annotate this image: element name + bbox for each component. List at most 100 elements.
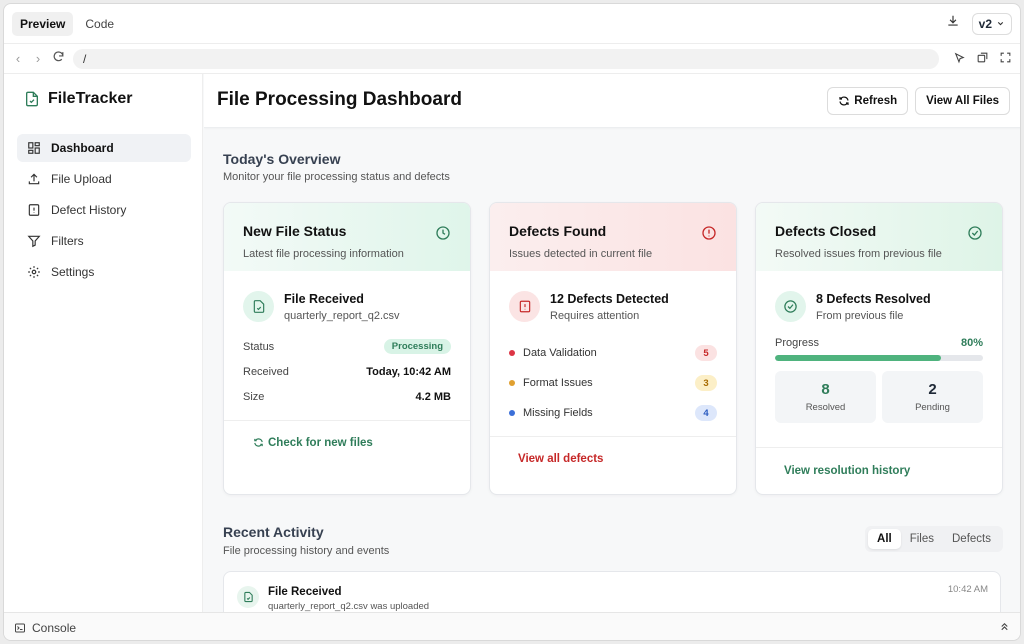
defect-row-data-validation[interactable]: Data Validation 5 bbox=[490, 338, 736, 368]
chevron-down-icon bbox=[997, 21, 1004, 26]
defects-detected-sub: Requires attention bbox=[550, 309, 640, 322]
defect-file-icon bbox=[509, 291, 540, 322]
tab-files[interactable]: Files bbox=[901, 529, 943, 549]
sidebar-item-file-upload[interactable]: File Upload bbox=[17, 165, 191, 193]
defects-closed-card: Defects Closed Resolved issues from prev… bbox=[755, 202, 1003, 495]
activity-title: File Received bbox=[268, 586, 342, 598]
pending-count: 2 bbox=[928, 381, 937, 398]
overview-title: Today's Overview bbox=[223, 151, 341, 167]
terminal-icon bbox=[15, 623, 25, 632]
sidebar-item-label: Filters bbox=[51, 234, 84, 248]
tab-preview[interactable]: Preview bbox=[12, 11, 74, 36]
defects-resolved-title: 8 Defects Resolved bbox=[816, 291, 931, 306]
sidebar-item-dashboard[interactable]: Dashboard bbox=[17, 134, 191, 162]
sidebar: FileTracker Dashboard File Upload Defect… bbox=[4, 74, 203, 612]
progress-value: 80% bbox=[960, 337, 983, 349]
defect-label: Data Validation bbox=[523, 347, 597, 359]
back-icon[interactable]: ‹ bbox=[12, 51, 24, 66]
activity-time: 10:42 AM bbox=[947, 584, 988, 595]
alert-file-icon bbox=[28, 204, 40, 216]
activity-list: File Received quarterly_report_q2.csv wa… bbox=[223, 571, 1001, 612]
defect-count: 4 bbox=[695, 405, 717, 421]
defect-count: 3 bbox=[695, 375, 717, 391]
refresh-button[interactable]: Refresh bbox=[827, 87, 909, 115]
check-new-files-link[interactable]: Check for new files bbox=[253, 437, 373, 449]
card-footer: Check for new files bbox=[224, 420, 470, 494]
card-header: Defects Closed Resolved issues from prev… bbox=[756, 203, 1002, 271]
card-title: Defects Closed bbox=[775, 223, 877, 239]
sidebar-item-filters[interactable]: Filters bbox=[17, 227, 191, 255]
resolved-stat: 8 Resolved bbox=[775, 371, 876, 423]
page-header: File Processing Dashboard Refresh View A… bbox=[204, 74, 1020, 128]
view-all-files-button[interactable]: View All Files bbox=[915, 87, 1010, 115]
url-field[interactable]: / bbox=[73, 48, 939, 69]
upload-icon bbox=[28, 173, 40, 185]
file-name: quarterly_report_q2.csv bbox=[284, 309, 400, 322]
expand-up-icon[interactable] bbox=[999, 621, 1010, 635]
dashboard-icon bbox=[28, 142, 40, 154]
forward-icon[interactable]: › bbox=[32, 51, 44, 66]
recent-activity-title: Recent Activity bbox=[223, 524, 324, 540]
app-logo[interactable]: FileTracker bbox=[24, 90, 133, 108]
tab-defects[interactable]: Defects bbox=[943, 529, 1000, 549]
main-content: File Processing Dashboard Refresh View A… bbox=[204, 74, 1020, 612]
sidebar-item-label: Dashboard bbox=[51, 141, 114, 155]
received-label: Received bbox=[243, 366, 289, 378]
size-value: 4.2 MB bbox=[415, 391, 451, 403]
defect-row-missing-fields[interactable]: Missing Fields 4 bbox=[490, 398, 736, 428]
defects-found-card: Defects Found Issues detected in current… bbox=[489, 202, 737, 495]
download-icon[interactable] bbox=[946, 14, 960, 33]
defect-count: 5 bbox=[695, 345, 717, 361]
view-all-defects-link[interactable]: View all defects bbox=[518, 453, 603, 465]
view-resolution-history-link[interactable]: View resolution history bbox=[784, 465, 910, 477]
file-icon bbox=[237, 586, 259, 608]
pending-stat: 2 Pending bbox=[882, 371, 983, 423]
activity-tabs: All Files Defects bbox=[865, 526, 1003, 552]
card-header: New File Status Latest file processing i… bbox=[224, 203, 470, 271]
received-value: Today, 10:42 AM bbox=[366, 366, 451, 378]
status-badge: Processing bbox=[383, 339, 451, 354]
check-new-files-label: Check for new files bbox=[268, 436, 373, 449]
sidebar-item-label: Defect History bbox=[51, 203, 127, 217]
cursor-select-icon[interactable] bbox=[953, 51, 966, 67]
console-bar[interactable]: Console bbox=[4, 612, 1020, 640]
file-received-title: File Received bbox=[284, 291, 364, 306]
card-subtitle: Resolved issues from previous file bbox=[775, 248, 942, 260]
view-toggle: Preview Code bbox=[12, 11, 122, 36]
console-label: Console bbox=[32, 620, 77, 635]
recent-activity-subtitle: File processing history and events bbox=[223, 545, 390, 557]
card-subtitle: Latest file processing information bbox=[243, 248, 404, 260]
card-title: New File Status bbox=[243, 223, 347, 239]
alert-circle-icon bbox=[702, 226, 716, 240]
tab-code[interactable]: Code bbox=[77, 12, 122, 36]
top-bar: Preview Code v2 bbox=[4, 4, 1020, 44]
gear-icon bbox=[28, 266, 40, 278]
overview-subtitle: Monitor your file processing status and … bbox=[223, 171, 450, 183]
defects-resolved-sub: From previous file bbox=[816, 309, 904, 322]
reload-icon[interactable] bbox=[52, 50, 65, 68]
status-dot bbox=[509, 350, 515, 356]
sidebar-item-defect-history[interactable]: Defect History bbox=[17, 196, 191, 224]
refresh-icon bbox=[839, 96, 849, 106]
open-new-icon[interactable] bbox=[976, 51, 989, 67]
sidebar-item-settings[interactable]: Settings bbox=[17, 258, 191, 286]
resolved-label: Resolved bbox=[805, 402, 846, 413]
filter-icon bbox=[27, 235, 41, 248]
defect-row-format-issues[interactable]: Format Issues 3 bbox=[490, 368, 736, 398]
card-footer: View all defects bbox=[490, 436, 736, 494]
file-received-icon bbox=[243, 291, 274, 322]
defects-detected-title: 12 Defects Detected bbox=[550, 291, 669, 306]
defect-label: Missing Fields bbox=[523, 407, 593, 419]
sidebar-item-label: File Upload bbox=[51, 172, 112, 186]
version-select[interactable]: v2 bbox=[971, 12, 1012, 35]
status-dot bbox=[509, 380, 515, 386]
refresh-label: Refresh bbox=[854, 95, 898, 107]
tab-all[interactable]: All bbox=[868, 529, 901, 549]
refresh-icon bbox=[254, 438, 263, 447]
defect-label: Format Issues bbox=[523, 377, 593, 389]
status-dot bbox=[509, 410, 515, 416]
fullscreen-icon[interactable] bbox=[999, 51, 1012, 67]
clock-icon bbox=[436, 226, 450, 240]
new-file-status-card: New File Status Latest file processing i… bbox=[223, 202, 471, 495]
activity-item[interactable]: File Received quarterly_report_q2.csv wa… bbox=[224, 572, 1000, 612]
